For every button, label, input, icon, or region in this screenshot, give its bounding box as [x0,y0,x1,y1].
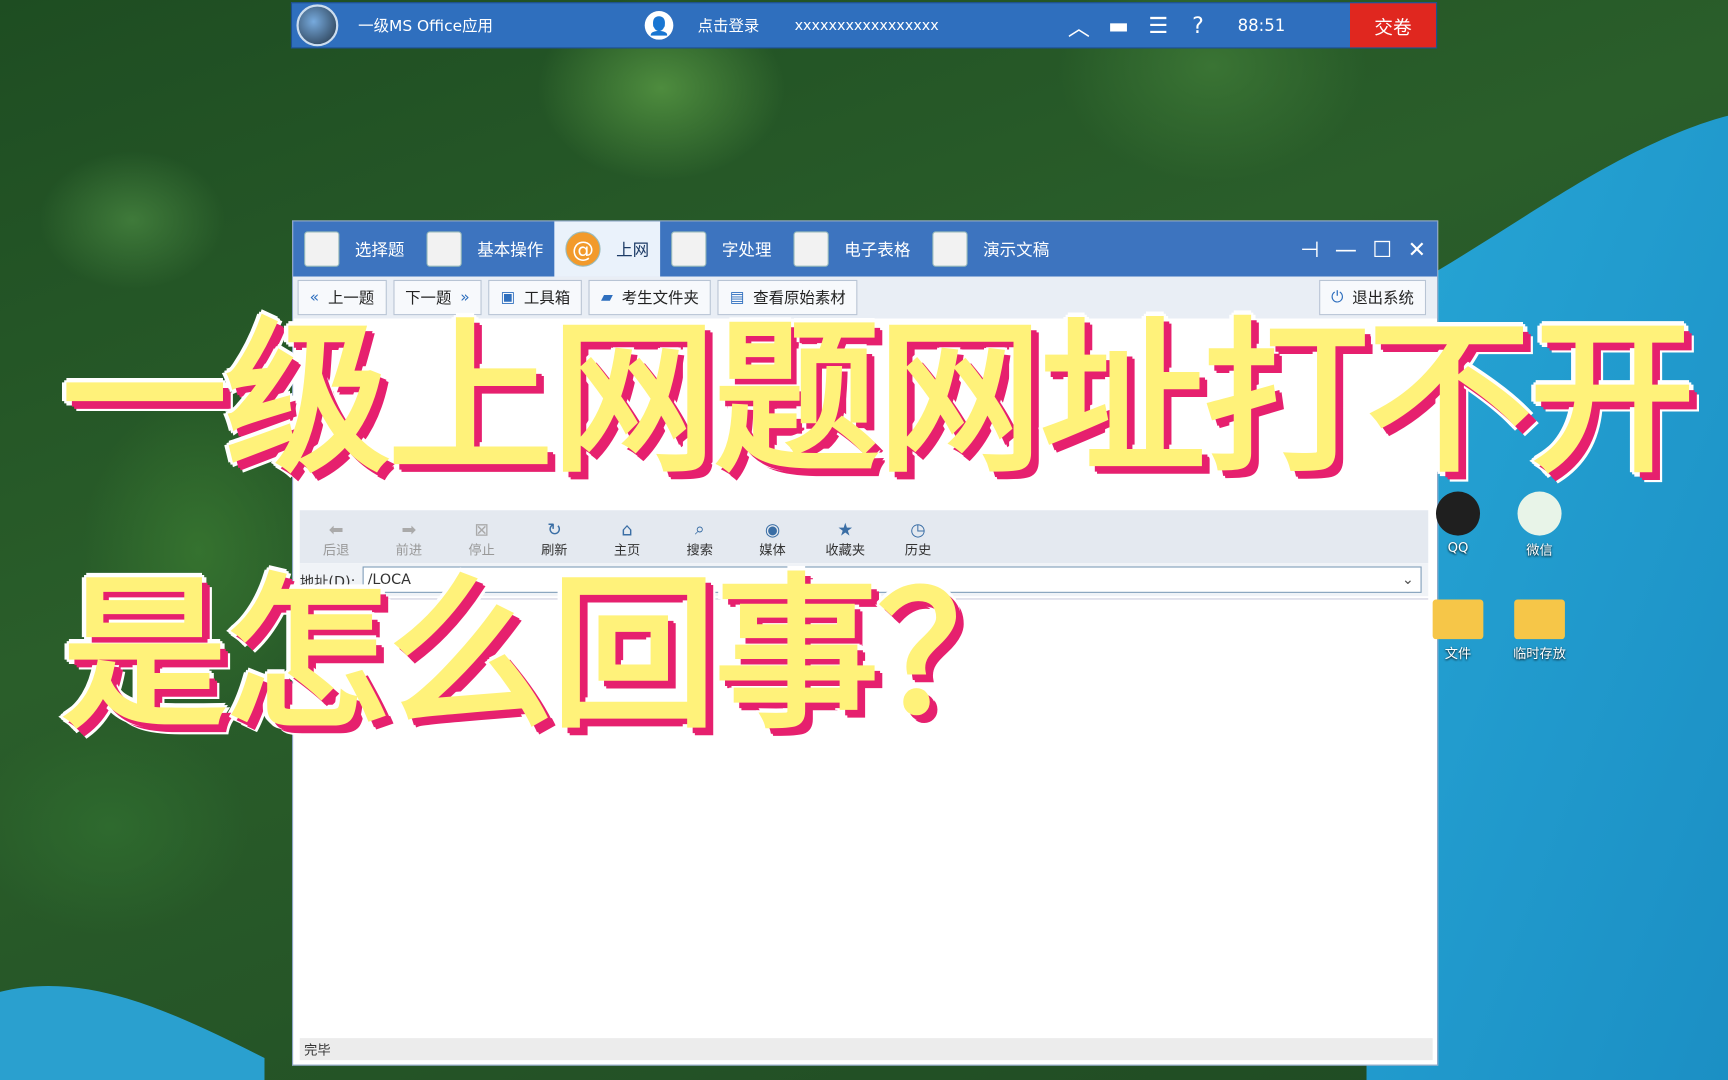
monitor-icon[interactable]: ▬ [1099,12,1139,38]
collapse-icon[interactable]: ︿ [1059,9,1099,41]
favorites-icon: ★ [837,519,854,540]
favorites-button[interactable]: ★ 收藏夹 [809,519,882,559]
tab-choice[interactable]: 选择题 [293,222,415,277]
stop-icon: ⊠ [474,519,489,540]
question-type-menubar: 选择题 基本操作 @ 上网 字处理 电子表格 演示文稿 ⊣ — ☐ ✕ [293,221,1438,277]
pin-icon[interactable]: ⊣ [1300,236,1319,262]
exam-title: 一级MS Office应用 [358,17,493,36]
history-button[interactable]: ◷ 历史 [882,519,955,559]
candidate-id: xxxxxxxxxxxxxxxxx [794,17,939,34]
tab-internet[interactable]: @ 上网 [554,221,661,277]
headline-line-1: 一级上网题网址打不开 [61,304,1695,496]
back-arrow-icon: ⬅ [328,519,344,540]
remaining-time: 88:51 [1237,15,1286,36]
minimize-icon[interactable]: — [1335,236,1357,262]
search-button[interactable]: ⌕ 搜索 [663,518,736,559]
forward-button[interactable]: ➡ 前进 [372,519,445,559]
tab-word[interactable]: 字处理 [660,222,782,277]
refresh-button[interactable]: ↻ 刷新 [518,519,591,559]
choice-icon [304,231,340,267]
headline-line-2: 是怎么回事？ [61,559,1043,752]
search-icon: ⌕ [694,517,705,539]
media-button[interactable]: ◉ 媒体 [736,519,809,559]
login-link[interactable]: 点击登录 [698,14,786,36]
refresh-icon: ↻ [546,519,562,540]
media-icon: ◉ [764,519,781,540]
slides-icon [932,231,968,267]
forward-arrow-icon: ➡ [401,519,417,540]
help-icon[interactable]: ? [1178,12,1218,38]
desktop-icon-temp[interactable]: 临时存放 [1501,599,1578,663]
maximize-icon[interactable]: ☐ [1372,236,1392,262]
tab-excel[interactable]: 电子表格 [783,222,922,277]
status-text: 完毕 [304,1041,331,1058]
at-sign-icon: @ [565,231,601,267]
word-doc-icon [671,231,707,267]
folder-icon [1514,599,1565,640]
tab-ppt[interactable]: 演示文稿 [921,222,1060,277]
browser-toolbar: ⬅ 后退 ➡ 前进 ⊠ 停止 ↻ 刷新 ⌂ 主页 ⌕ 搜索 ◉ 媒体 ★ 收藏夹 ◷ 历史 [299,510,1429,564]
qq-icon [1435,491,1481,536]
user-icon[interactable]: 👤 [644,11,674,40]
window-controls: ⊣ — ☐ ✕ [1300,236,1437,262]
submit-button[interactable]: 交卷 [1349,3,1436,48]
list-icon[interactable]: ☰ [1138,12,1178,38]
home-icon: ⌂ [621,519,633,540]
tab-basic-ops[interactable]: 基本操作 [415,222,554,277]
wechat-icon [1517,491,1562,536]
basic-ops-icon [426,231,462,267]
home-button[interactable]: ⌂ 主页 [591,519,664,559]
stop-button[interactable]: ⊠ 停止 [445,519,518,559]
folder-icon [1432,599,1484,640]
history-icon: ◷ [910,519,926,540]
app-logo [296,4,339,47]
desktop-icon-qq[interactable]: QQ [1419,491,1496,555]
exam-top-bar: 一级MS Office应用 👤 点击登录 xxxxxxxxxxxxxxxxx ︿… [290,2,1438,49]
desktop-icon-wechat[interactable]: 微信 [1501,491,1578,559]
spreadsheet-icon [793,231,829,267]
back-button[interactable]: ⬅ 后退 [300,519,373,559]
desktop-icon-files[interactable]: 文件 [1419,599,1496,663]
status-bar: 完毕 [299,1038,1433,1061]
close-icon[interactable]: ✕ [1408,236,1426,262]
chevron-down-icon[interactable]: ⌄ [1402,571,1421,588]
